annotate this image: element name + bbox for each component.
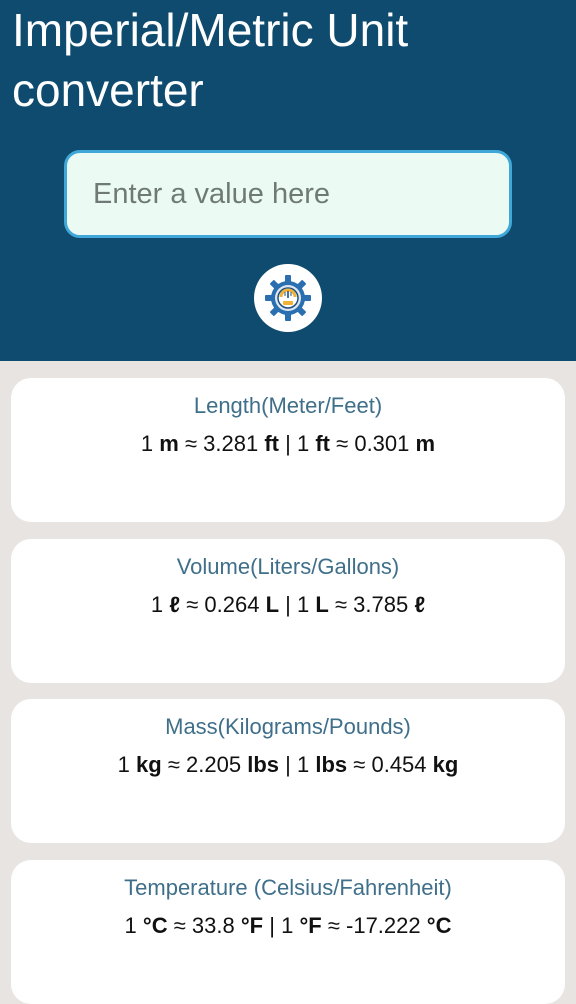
conversion-card-length: Length(Meter/Feet) 1 m ≈ 3.281 ft | 1 ft… [11, 378, 565, 522]
conversion-card-mass: Mass(Kilograms/Pounds) 1 kg ≈ 2.205 lbs … [11, 699, 565, 843]
page-title: Imperial/Metric Unit converter [12, 4, 409, 116]
conversion-formula: 1 ℓ ≈ 0.264 L | 1 L ≈ 3.785 ℓ [150, 592, 426, 617]
conversion-card-temperature: Temperature (Celsius/Fahrenheit) 1 °C ≈ … [11, 860, 565, 1004]
gear-scale-icon [261, 271, 315, 325]
app-header: Imperial/Metric Unit converter [0, 0, 576, 361]
value-input[interactable] [64, 150, 512, 238]
conversion-formula: 1 °C ≈ 33.8 °F | 1 °F ≈ -17.222 °C [124, 913, 452, 938]
conversion-title: Temperature (Celsius/Fahrenheit) [124, 875, 452, 900]
conversion-formula: 1 m ≈ 3.281 ft | 1 ft ≈ 0.301 m [140, 431, 436, 456]
conversion-formula: 1 kg ≈ 2.205 lbs | 1 lbs ≈ 0.454 kg [117, 752, 459, 777]
conversion-card-volume: Volume(Liters/Gallons) 1 ℓ ≈ 0.264 L | 1… [11, 539, 565, 683]
conversion-title: Length(Meter/Feet) [193, 393, 383, 418]
convert-button[interactable] [254, 264, 322, 332]
conversion-title: Volume(Liters/Gallons) [176, 554, 400, 579]
conversion-title: Mass(Kilograms/Pounds) [165, 714, 411, 739]
